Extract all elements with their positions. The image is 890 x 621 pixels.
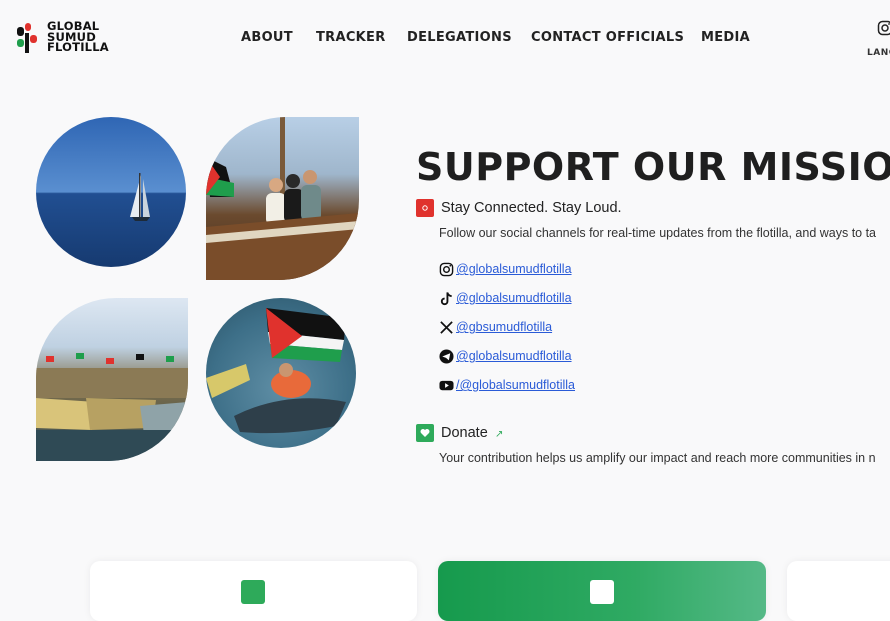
instagram-icon	[439, 262, 454, 277]
heart-icon	[416, 424, 434, 442]
language-selector[interactable]: LANG	[867, 48, 890, 58]
instagram-handle[interactable]: @globalsumudflotilla	[456, 262, 572, 276]
instagram-icon[interactable]	[877, 20, 890, 36]
tiktok-handle[interactable]: @globalsumudflotilla	[456, 291, 572, 305]
boats-in-harbor-photo	[36, 298, 188, 461]
brand-name: GLOBAL SUMUD FLOTILLA	[47, 21, 109, 53]
logo-mark-icon	[17, 23, 45, 55]
brand-logo[interactable]: GLOBAL SUMUD FLOTILLA	[17, 21, 127, 57]
youtube-icon	[439, 378, 454, 393]
card-icon	[590, 580, 614, 604]
stay-connected-desc: Follow our social channels for real-time…	[439, 226, 876, 240]
sailboat-on-sea-photo	[36, 117, 186, 267]
brand-line-3: FLOTILLA	[47, 42, 109, 53]
nav-media[interactable]: MEDIA	[701, 30, 750, 45]
telegram-handle[interactable]: @globalsumudflotilla	[456, 349, 572, 363]
external-link-icon[interactable]: ↗	[495, 429, 503, 440]
nav-delegations[interactable]: DELEGATIONS	[407, 30, 512, 45]
page-title: SUPPORT OUR MISSION	[416, 145, 890, 189]
megaphone-icon	[416, 199, 434, 217]
info-card[interactable]	[787, 561, 890, 621]
telegram-icon	[439, 349, 454, 364]
info-card[interactable]	[90, 561, 417, 621]
tiktok-icon	[439, 291, 454, 306]
youtube-handle[interactable]: /@globalsumudflotilla	[456, 378, 575, 392]
card-icon	[241, 580, 265, 604]
social-link-instagram[interactable]: @globalsumudflotilla	[439, 260, 572, 278]
social-link-x[interactable]: @gbsumudflotilla	[439, 318, 552, 336]
social-link-tiktok[interactable]: @globalsumudflotilla	[439, 289, 572, 307]
donate-title[interactable]: Donate	[441, 425, 488, 441]
people-on-boat-photo	[206, 117, 359, 280]
stay-connected-title: Stay Connected. Stay Loud.	[441, 200, 622, 216]
donate-desc: Your contribution helps us amplify our i…	[439, 451, 876, 465]
social-link-youtube[interactable]: /@globalsumudflotilla	[439, 376, 575, 394]
nav-about[interactable]: ABOUT	[241, 30, 293, 45]
x-icon	[439, 320, 454, 335]
nav-tracker[interactable]: TRACKER	[316, 30, 386, 45]
info-card-highlighted[interactable]	[438, 561, 766, 621]
social-link-telegram[interactable]: @globalsumudflotilla	[439, 347, 572, 365]
flag-on-boat-photo	[206, 298, 356, 448]
nav-contact-officials[interactable]: CONTACT OFFICIALS	[531, 30, 684, 45]
x-handle[interactable]: @gbsumudflotilla	[456, 320, 552, 334]
